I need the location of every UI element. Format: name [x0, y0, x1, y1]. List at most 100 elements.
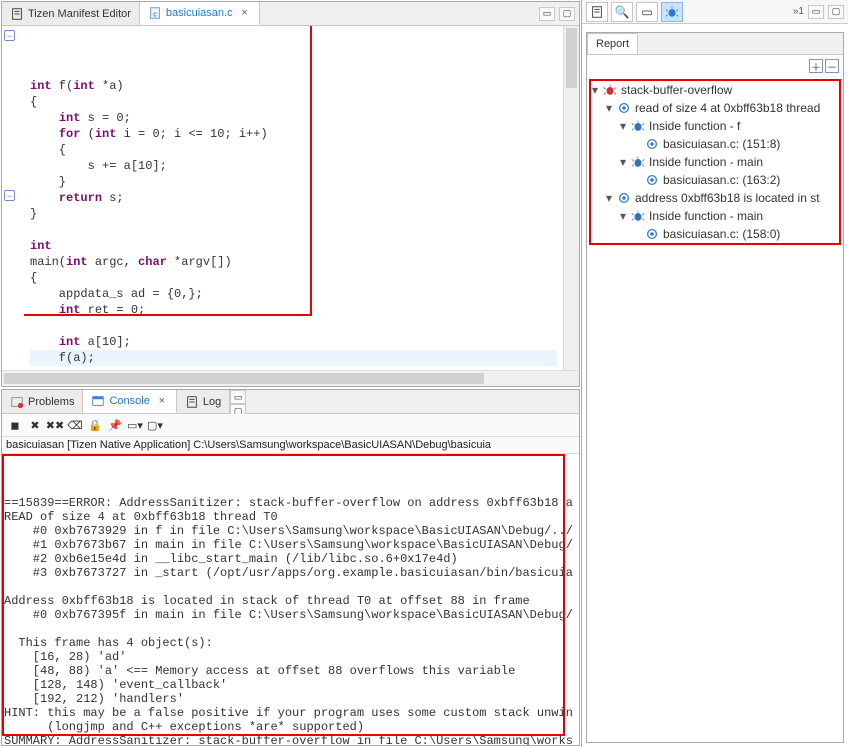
- tree-item[interactable]: basicuiasan.c: (151:8): [589, 135, 841, 153]
- collapse-all-icon[interactable]: －: [825, 59, 839, 73]
- code-line[interactable]: int f(int *a): [30, 78, 557, 94]
- tasks-view-icon[interactable]: ▭: [636, 2, 658, 22]
- terminate-icon[interactable]: ◼: [6, 416, 24, 434]
- code-line[interactable]: int a[10];: [30, 334, 557, 350]
- tab-manifest-editor[interactable]: Tizen Manifest Editor: [2, 2, 140, 25]
- code-line[interactable]: {: [30, 142, 557, 158]
- pin-console-icon[interactable]: 📌: [106, 416, 124, 434]
- console-output[interactable]: ==15839==ERROR: AddressSanitizer: stack-…: [2, 454, 579, 745]
- problems-icon: [10, 395, 24, 409]
- minimize-button[interactable]: ▭: [539, 7, 555, 21]
- tree-item-label: basicuiasan.c: (151:8): [663, 135, 780, 153]
- tree-item-label: basicuiasan.c: (158:0): [663, 225, 780, 243]
- code-line[interactable]: for (int i = 0; i <= 10; i++): [30, 126, 557, 142]
- overflow-indicator[interactable]: »1: [793, 6, 804, 17]
- code-line[interactable]: }: [30, 174, 557, 190]
- report-tree[interactable]: ▾ stack-buffer-overflow ▾ read of size 4 at…: [587, 77, 843, 742]
- code-line[interactable]: s += a[10];: [30, 158, 557, 174]
- tab-console[interactable]: Console ×: [83, 390, 176, 413]
- tab-problems[interactable]: Problems: [2, 390, 83, 413]
- tree-item-label: Inside function - main: [649, 153, 763, 171]
- tree-item[interactable]: ▾ Inside function - main: [589, 153, 841, 171]
- clear-console-icon[interactable]: ⌫: [66, 416, 84, 434]
- code-line[interactable]: appdata_s ad = {0,};: [30, 286, 557, 302]
- twisty-icon[interactable]: ▾: [617, 117, 629, 135]
- display-selected-icon[interactable]: ▭▾: [126, 416, 144, 434]
- tree-item[interactable]: basicuiasan.c: (158:0): [589, 225, 841, 243]
- left-panel: Tizen Manifest Editor basicuiasan.c × ▭ …: [0, 0, 582, 747]
- fold-toggle[interactable]: −: [4, 190, 15, 201]
- target-icon: [645, 137, 659, 151]
- open-console-icon[interactable]: ▢▾: [146, 416, 164, 434]
- code-line[interactable]: return s;: [30, 190, 557, 206]
- code-line[interactable]: [30, 318, 557, 334]
- tab-close-icon[interactable]: ×: [239, 7, 251, 19]
- maximize-button[interactable]: ▢: [828, 5, 844, 19]
- scroll-lock-icon[interactable]: 🔒: [86, 416, 104, 434]
- minimize-button[interactable]: ▭: [808, 5, 824, 19]
- console-toolbar: ◼ ✖ ✖✖ ⌫ 🔒 📌 ▭▾ ▢▾: [2, 414, 579, 437]
- tab-label: basicuiasan.c: [166, 7, 233, 19]
- bug-blue-icon: [631, 155, 645, 169]
- search-view-icon[interactable]: 🔍: [611, 2, 633, 22]
- tree-item[interactable]: ▾ read of size 4 at 0xbff63b18 thread: [589, 99, 841, 117]
- code-line[interactable]: int: [30, 238, 557, 254]
- twisty-icon[interactable]: ▾: [603, 99, 615, 117]
- asan-report-view-icon[interactable]: [661, 2, 683, 22]
- target-icon: [617, 191, 631, 205]
- tree-item[interactable]: ▾ Inside function - f: [589, 117, 841, 135]
- editor-tab-bar: Tizen Manifest Editor basicuiasan.c × ▭ …: [2, 2, 579, 26]
- remove-launch-icon[interactable]: ✖: [26, 416, 44, 434]
- twisty-icon[interactable]: ▾: [617, 207, 629, 225]
- tree-item[interactable]: ▾ stack-buffer-overflow: [589, 81, 841, 99]
- tab-label: Tizen Manifest Editor: [28, 8, 131, 20]
- tree-item[interactable]: basicuiasan.c: (163:2): [589, 171, 841, 189]
- outline-view-icon[interactable]: [586, 2, 608, 22]
- right-panel: 🔍 ▭ »1 ▭ ▢ Report ＋ － ▾ stack-buffer-over…: [582, 0, 848, 747]
- console-text: ==15839==ERROR: AddressSanitizer: stack-…: [4, 496, 577, 745]
- tab-log[interactable]: Log: [177, 390, 230, 413]
- code-line[interactable]: int s = 0;: [30, 110, 557, 126]
- twisty-icon[interactable]: ▾: [603, 189, 615, 207]
- tab-label: Log: [203, 396, 221, 408]
- report-tab-bar: Report: [587, 33, 843, 55]
- twisty-icon[interactable]: ▾: [617, 153, 629, 171]
- c-file-icon: [148, 6, 162, 20]
- code-line[interactable]: {: [30, 270, 557, 286]
- code-line[interactable]: int ret = 0;: [30, 302, 557, 318]
- report-view: Report ＋ － ▾ stack-buffer-overflow ▾ read o…: [586, 32, 844, 743]
- gutter: − −: [2, 26, 24, 370]
- right-toolbar: 🔍 ▭ »1 ▭ ▢: [582, 0, 848, 24]
- remove-all-icon[interactable]: ✖✖: [46, 416, 64, 434]
- vertical-scrollbar[interactable]: [563, 26, 579, 370]
- maximize-button[interactable]: ▢: [559, 7, 575, 21]
- twisty-icon[interactable]: ▾: [589, 81, 601, 99]
- code-line[interactable]: [30, 222, 557, 238]
- code-line[interactable]: {: [30, 94, 557, 110]
- tab-close-icon[interactable]: ×: [156, 395, 168, 407]
- horizontal-scrollbar[interactable]: [2, 370, 579, 386]
- tree-item-label: Inside function - f: [649, 117, 740, 135]
- bug-blue-icon: [631, 119, 645, 133]
- tree-item[interactable]: ▾address 0xbff63b18 is located in st: [589, 189, 841, 207]
- tab-basicuiasan-c[interactable]: basicuiasan.c ×: [140, 2, 260, 25]
- tree-item[interactable]: ▾Inside function - main: [589, 207, 841, 225]
- tree-item-label: read of size 4 at 0xbff63b18 thread: [635, 99, 820, 117]
- tab-label: Problems: [28, 396, 74, 408]
- tree-item-label: basicuiasan.c: (163:2): [663, 171, 780, 189]
- fold-toggle[interactable]: −: [4, 30, 15, 41]
- expand-all-icon[interactable]: ＋: [809, 59, 823, 73]
- bottom-tab-bar: Problems Console × Log ▭ ▢: [2, 390, 579, 414]
- tab-report[interactable]: Report: [587, 33, 638, 54]
- editor-area: Tizen Manifest Editor basicuiasan.c × ▭ …: [1, 1, 580, 387]
- console-launch-path: basicuiasan [Tizen Native Application] C…: [2, 437, 579, 454]
- document-icon: [10, 7, 24, 21]
- log-icon: [185, 395, 199, 409]
- code-line[interactable]: }: [30, 206, 557, 222]
- code-content[interactable]: int f(int *a){ int s = 0; for (int i = 0…: [24, 26, 563, 370]
- minimize-button[interactable]: ▭: [230, 390, 246, 404]
- code-line[interactable]: f(a);: [30, 350, 557, 366]
- code-line[interactable]: main(int argc, char *argv[]): [30, 254, 557, 270]
- code-editor[interactable]: − − int f(int *a){ int s = 0; for (int i…: [2, 26, 579, 370]
- tree-item-label: stack-buffer-overflow: [621, 81, 732, 99]
